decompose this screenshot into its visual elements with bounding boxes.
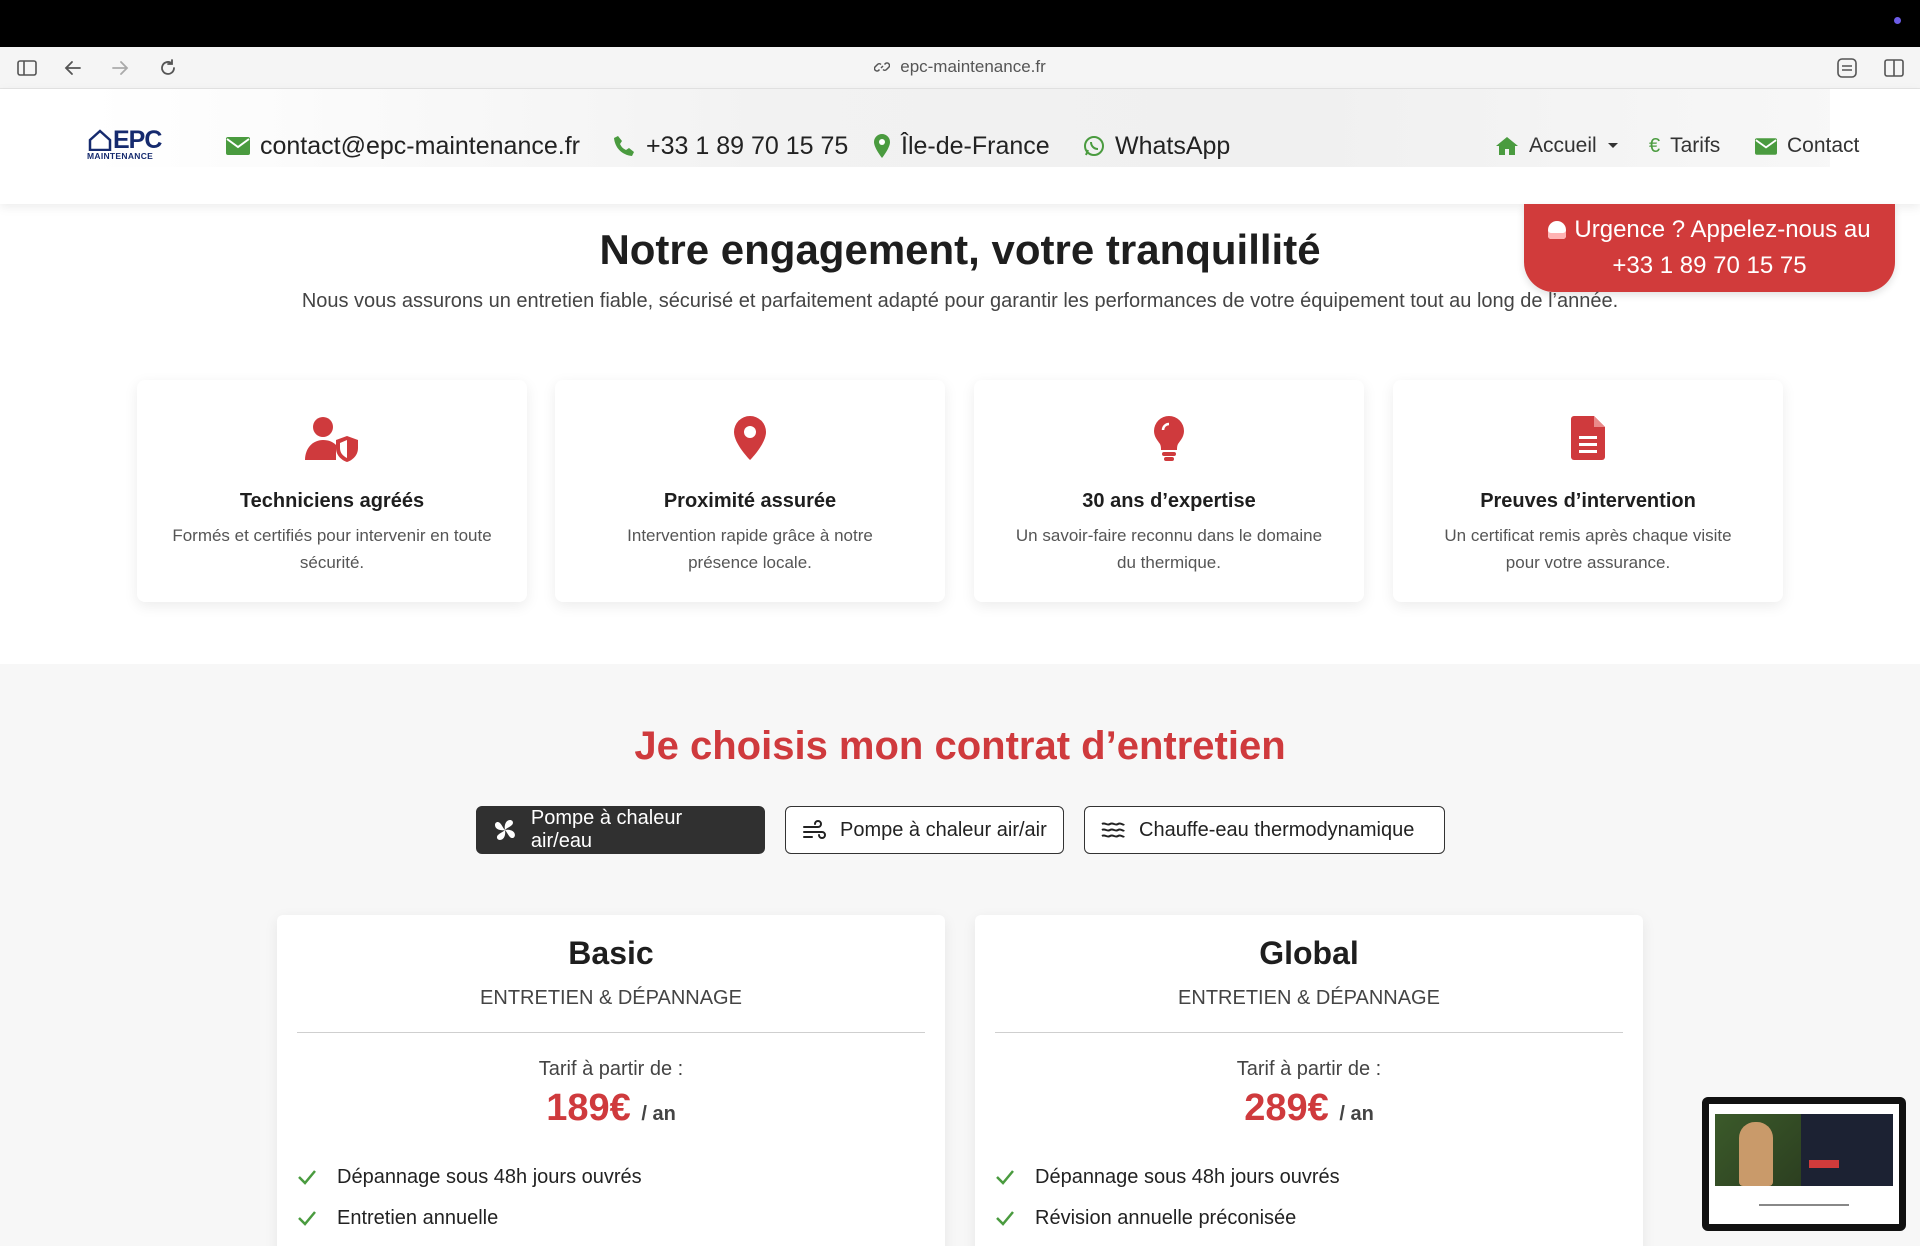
plan-name: Global xyxy=(1259,935,1359,971)
plan-price: 189€ / an xyxy=(277,1087,945,1130)
check-icon xyxy=(298,1170,316,1185)
feature-card: Proximité assurée Intervention rapide gr… xyxy=(555,380,945,602)
divider xyxy=(995,1032,1623,1033)
engagement-subtitle: Nous vous assurons un entretien fiable, … xyxy=(301,290,1619,312)
fan-icon xyxy=(494,820,515,840)
whatsapp-icon xyxy=(1084,136,1104,156)
lightbulb-icon xyxy=(974,416,1364,464)
tab-label: Chauffe-eau thermodynamique xyxy=(1139,818,1415,841)
card-title: Preuves d’intervention xyxy=(1480,490,1696,512)
engagement-title: Notre engagement, votre tranquillité xyxy=(599,226,1321,273)
price-period: / an xyxy=(1339,1103,1374,1125)
plan-subtitle: ENTRETIEN & DÉPANNAGE xyxy=(1178,987,1440,1009)
header-email[interactable]: contact@epc-maintenance.fr xyxy=(226,130,580,162)
card-title: Techniciens agréés xyxy=(239,490,425,512)
check-icon xyxy=(996,1170,1014,1185)
price-from-label: Tarif à partir de : xyxy=(538,1058,684,1080)
plan-name: Basic xyxy=(568,935,654,971)
price-value: 189€ xyxy=(546,1087,631,1129)
card-text: Un certificat remis après chaque visite … xyxy=(1444,526,1732,572)
price-value: 289€ xyxy=(1244,1087,1329,1129)
floating-video-thumbnail[interactable] xyxy=(1702,1097,1906,1231)
caret-down-icon xyxy=(1607,143,1618,148)
feature-text: Dépannage sous 48h jours ouvrés xyxy=(337,1165,642,1188)
thumbnail-screen xyxy=(1709,1104,1899,1224)
header-phone[interactable]: +33 1 89 70 15 75 xyxy=(612,130,848,162)
browser-toolbar: epc-maintenance.fr xyxy=(0,47,1920,89)
nav-contact[interactable]: Contact xyxy=(1755,132,1859,160)
header-whatsapp[interactable]: WhatsApp xyxy=(1083,130,1230,162)
email-text: contact@epc-maintenance.fr xyxy=(260,131,580,160)
tab-air-air[interactable]: Pompe à chaleur air/air xyxy=(785,806,1064,854)
header-region[interactable]: Île-de-France xyxy=(873,130,1050,162)
wind-icon xyxy=(803,820,826,839)
card-title: Proximité assurée xyxy=(663,490,837,512)
feature-text: Dépannage sous 48h jours ouvrés xyxy=(1035,1165,1340,1188)
card-text: Intervention rapide grâce à notre présen… xyxy=(627,526,873,572)
phone-icon xyxy=(614,136,634,156)
document-icon xyxy=(1393,416,1783,464)
list-item: Révision annuelle préconisée xyxy=(995,1204,1296,1232)
region-text: Île-de-France xyxy=(901,131,1050,160)
contract-title: Je choisis mon contrat d’entretien xyxy=(634,724,1286,768)
nav-pricing-label: Tarifs xyxy=(1670,134,1721,157)
location-pin-icon xyxy=(555,416,945,464)
nav-home-label: Accueil xyxy=(1529,134,1597,157)
nav-home[interactable]: Accueil xyxy=(1495,132,1619,160)
euro-icon: € xyxy=(1649,134,1661,157)
card-text: Un savoir-faire reconnu dans le domaine … xyxy=(1015,526,1323,572)
url-text: epc-maintenance.fr xyxy=(900,57,1046,76)
window-top-bar xyxy=(0,0,1920,47)
envelope-icon xyxy=(226,137,250,155)
feature-card: 30 ans d’expertise Un savoir-faire recon… xyxy=(974,380,1364,602)
user-shield-icon xyxy=(137,416,527,464)
map-marker-icon xyxy=(874,134,890,158)
feature-text: Entretien annuelle xyxy=(337,1206,499,1229)
whatsapp-text: WhatsApp xyxy=(1115,131,1231,160)
envelope-icon xyxy=(1755,137,1777,155)
plan-card-global: Global ENTRETIEN & DÉPANNAGE Tarif à par… xyxy=(975,915,1643,1246)
logo-subtext: MAINTENANCE xyxy=(87,151,154,161)
phone-text: +33 1 89 70 15 75 xyxy=(646,131,849,160)
check-icon xyxy=(996,1211,1014,1226)
address-bar[interactable]: epc-maintenance.fr xyxy=(0,57,1920,77)
logo[interactable]: EPC MAINTENANCE xyxy=(86,126,170,162)
extensions-icon[interactable] xyxy=(1836,57,1858,79)
feature-text: Révision annuelle préconisée xyxy=(1035,1206,1297,1229)
card-text: Formés et certifiés pour intervenir en t… xyxy=(172,526,492,572)
check-icon xyxy=(298,1211,316,1226)
list-item: Entretien annuelle xyxy=(297,1204,498,1232)
tab-label: Pompe à chaleur air/eau xyxy=(530,807,683,852)
list-item: Dépannage sous 48h jours ouvrés xyxy=(297,1163,642,1191)
status-dot xyxy=(1894,17,1901,24)
price-period: / an xyxy=(641,1103,676,1125)
water-waves-icon xyxy=(1101,822,1125,838)
card-title: 30 ans d’expertise xyxy=(1082,490,1256,512)
price-from-label: Tarif à partir de : xyxy=(1236,1058,1382,1080)
feature-card: Techniciens agréés Formés et certifiés p… xyxy=(137,380,527,602)
tab-air-eau[interactable]: Pompe à chaleur air/eau xyxy=(476,806,765,854)
divider xyxy=(297,1032,925,1033)
home-icon xyxy=(1496,137,1518,155)
split-view-icon[interactable] xyxy=(1883,57,1905,79)
nav-pricing[interactable]: € Tarifs xyxy=(1649,132,1720,160)
feature-card: Preuves d’intervention Un certificat rem… xyxy=(1393,380,1783,602)
plan-subtitle: ENTRETIEN & DÉPANNAGE xyxy=(480,987,742,1009)
tab-label: Pompe à chaleur air/air xyxy=(840,818,1047,841)
tab-chauffe-eau[interactable]: Chauffe-eau thermodynamique xyxy=(1084,806,1445,854)
house-logo-icon xyxy=(88,129,112,151)
plan-card-basic: Basic ENTRETIEN & DÉPANNAGE Tarif à part… xyxy=(277,915,945,1246)
plan-price: 289€ / an xyxy=(975,1087,1643,1130)
link-icon xyxy=(874,62,891,72)
list-item: Dépannage sous 48h jours ouvrés xyxy=(995,1163,1340,1191)
nav-contact-label: Contact xyxy=(1787,134,1860,157)
